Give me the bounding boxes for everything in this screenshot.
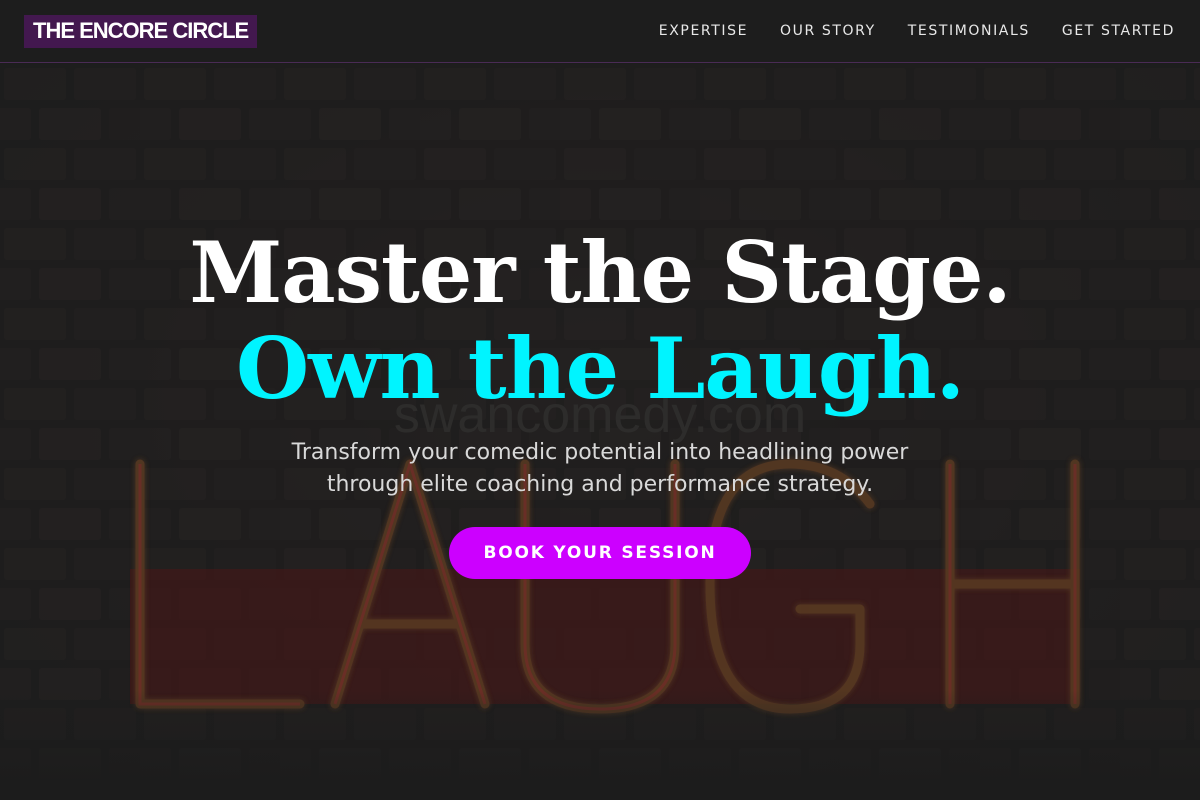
hero-headline-line-1: Master the Stage.	[189, 223, 1011, 322]
hero-section: Master the Stage. Own the Laugh. Transfo…	[0, 225, 1200, 579]
top-navbar: THE ENCORE CIRCLE EXPERTISE OUR STORY TE…	[0, 0, 1200, 63]
nav-link-testimonials[interactable]: TESTIMONIALS	[908, 23, 1030, 39]
landing-page: swancomedy.com THE ENCORE CIRCLE EXPERTI…	[0, 0, 1200, 800]
nav-link-our-story[interactable]: OUR STORY	[780, 23, 876, 39]
brand-logo[interactable]: THE ENCORE CIRCLE	[24, 14, 258, 48]
background-fade	[0, 690, 1200, 800]
nav-link-expertise[interactable]: EXPERTISE	[659, 23, 748, 39]
nav-links: EXPERTISE OUR STORY TESTIMONIALS GET STA…	[659, 23, 1175, 39]
book-session-button[interactable]: BOOK YOUR SESSION	[449, 527, 751, 579]
hero-subtitle: Transform your comedic potential into he…	[291, 440, 909, 497]
hero-headline-line-2: Own the Laugh.	[236, 319, 965, 418]
nav-link-get-started[interactable]: GET STARTED	[1062, 23, 1175, 39]
